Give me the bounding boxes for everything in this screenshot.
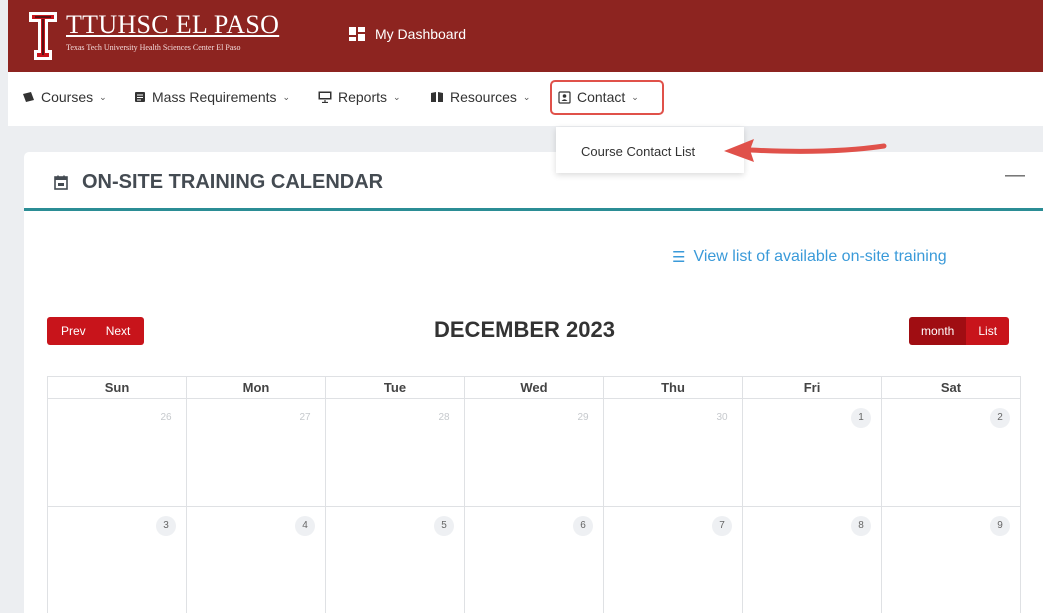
weekday-tue: Tue — [325, 376, 465, 399]
weekday-fri: Fri — [742, 376, 882, 399]
calendar-day-cell[interactable]: 1 — [742, 398, 882, 507]
calendar-week-row: 26 27 28 29 30 1 2 — [47, 398, 1021, 507]
nav-reports[interactable]: Reports ⌄ — [318, 89, 401, 105]
nav-resources-label: Resources — [450, 89, 517, 105]
card-header: ON-SITE TRAINING CALENDAR — — [24, 152, 1043, 211]
resources-icon — [431, 92, 443, 102]
nav-reports-label: Reports — [338, 89, 388, 105]
day-number: 30 — [716, 412, 728, 423]
chevron-down-icon: ⌄ — [393, 91, 401, 102]
nav-courses-label: Courses — [41, 89, 94, 105]
day-number: 8 — [851, 516, 871, 536]
prev-next-group: Prev Next — [47, 317, 145, 345]
day-number: 6 — [573, 516, 593, 536]
courses-icon — [23, 92, 34, 102]
view-list-link[interactable]: ☰ View list of available on-site trainin… — [672, 248, 947, 266]
chevron-down-icon: ⌄ — [282, 91, 291, 102]
view-toggle-group: month List — [909, 317, 1010, 345]
day-number: 27 — [299, 412, 311, 423]
next-button[interactable]: Next — [95, 317, 145, 345]
requirements-icon — [135, 92, 145, 102]
calendar-day-cell[interactable]: 30 — [603, 398, 743, 507]
calendar-day-cell[interactable]: 29 — [464, 398, 604, 507]
calendar-icon — [54, 175, 68, 190]
top-header-bar: TTUHSC EL PASO Texas Tech University Hea… — [8, 0, 1043, 72]
dashboard-label: My Dashboard — [375, 26, 467, 42]
calendar-day-cell[interactable]: 5 — [325, 506, 465, 613]
day-number: 9 — [990, 516, 1010, 536]
day-number: 1 — [851, 408, 871, 428]
calendar-day-cell[interactable]: 28 — [325, 398, 465, 507]
calendar-day-cell[interactable]: 3 — [47, 506, 187, 613]
main-navigation: Courses ⌄ Mass Requirements ⌄ Reports ⌄ … — [8, 72, 1043, 126]
calendar-day-cell[interactable]: 7 — [603, 506, 743, 613]
day-number: 2 — [990, 408, 1010, 428]
nav-mass-requirements-label: Mass Requirements — [152, 89, 277, 105]
day-number: 4 — [295, 516, 315, 536]
my-dashboard-link[interactable]: My Dashboard — [349, 26, 466, 42]
calendar-day-cell[interactable]: 2 — [881, 398, 1021, 507]
day-number: 3 — [156, 516, 176, 536]
nav-courses[interactable]: Courses ⌄ — [22, 89, 107, 105]
weekday-header-row: Sun Mon Tue Wed Thu Fri Sat — [47, 376, 1021, 399]
calendar-day-cell[interactable]: 4 — [186, 506, 326, 613]
weekday-thu: Thu — [603, 376, 743, 399]
brand-subtitle: Texas Tech University Health Sciences Ce… — [66, 43, 241, 52]
reports-icon — [318, 91, 332, 103]
course-contact-list-item[interactable]: Course Contact List — [581, 144, 695, 159]
weekday-sun: Sun — [47, 376, 187, 399]
day-number: 26 — [160, 412, 172, 423]
annotation-arrow-icon — [724, 139, 887, 162]
nav-resources[interactable]: Resources ⌄ — [430, 89, 530, 105]
chevron-down-icon: ⌄ — [99, 91, 107, 102]
list-icon: ☰ — [672, 249, 686, 266]
contact-highlight-box — [550, 80, 664, 115]
dashboard-icon — [349, 27, 365, 41]
double-t-logo-icon[interactable] — [28, 8, 58, 64]
day-number: 29 — [577, 412, 589, 423]
calendar-day-cell[interactable]: 6 — [464, 506, 604, 613]
month-view-button[interactable]: month — [909, 317, 967, 345]
weekday-wed: Wed — [464, 376, 604, 399]
minimize-button[interactable]: — — [1005, 164, 1025, 187]
chevron-down-icon: ⌄ — [522, 91, 531, 102]
calendar-day-cell[interactable]: 9 — [881, 506, 1021, 613]
card-title: ON-SITE TRAINING CALENDAR — [54, 171, 383, 194]
day-number: 7 — [712, 516, 732, 536]
weekday-mon: Mon — [186, 376, 326, 399]
calendar-month-title: DECEMBER 2023 — [434, 317, 615, 342]
list-view-button[interactable]: List — [966, 317, 1010, 345]
day-number: 5 — [434, 516, 454, 536]
card-title-text: ON-SITE TRAINING CALENDAR — [82, 171, 384, 193]
brand-title[interactable]: TTUHSC EL PASO — [66, 10, 279, 40]
contact-dropdown-menu: Course Contact List — [556, 127, 744, 173]
prev-button[interactable]: Prev — [47, 317, 96, 345]
weekday-sat: Sat — [881, 376, 1021, 399]
calendar-week-row: 3 4 5 6 7 8 9 — [47, 506, 1021, 613]
calendar-grid: Sun Mon Tue Wed Thu Fri Sat 26 27 28 29 … — [47, 376, 1021, 613]
calendar-day-cell[interactable]: 26 — [47, 398, 187, 507]
calendar-day-cell[interactable]: 27 — [186, 398, 326, 507]
view-list-label: View list of available on-site training — [693, 248, 947, 265]
nav-mass-requirements[interactable]: Mass Requirements ⌄ — [134, 89, 290, 105]
day-number: 28 — [438, 412, 450, 423]
calendar-day-cell[interactable]: 8 — [742, 506, 882, 613]
